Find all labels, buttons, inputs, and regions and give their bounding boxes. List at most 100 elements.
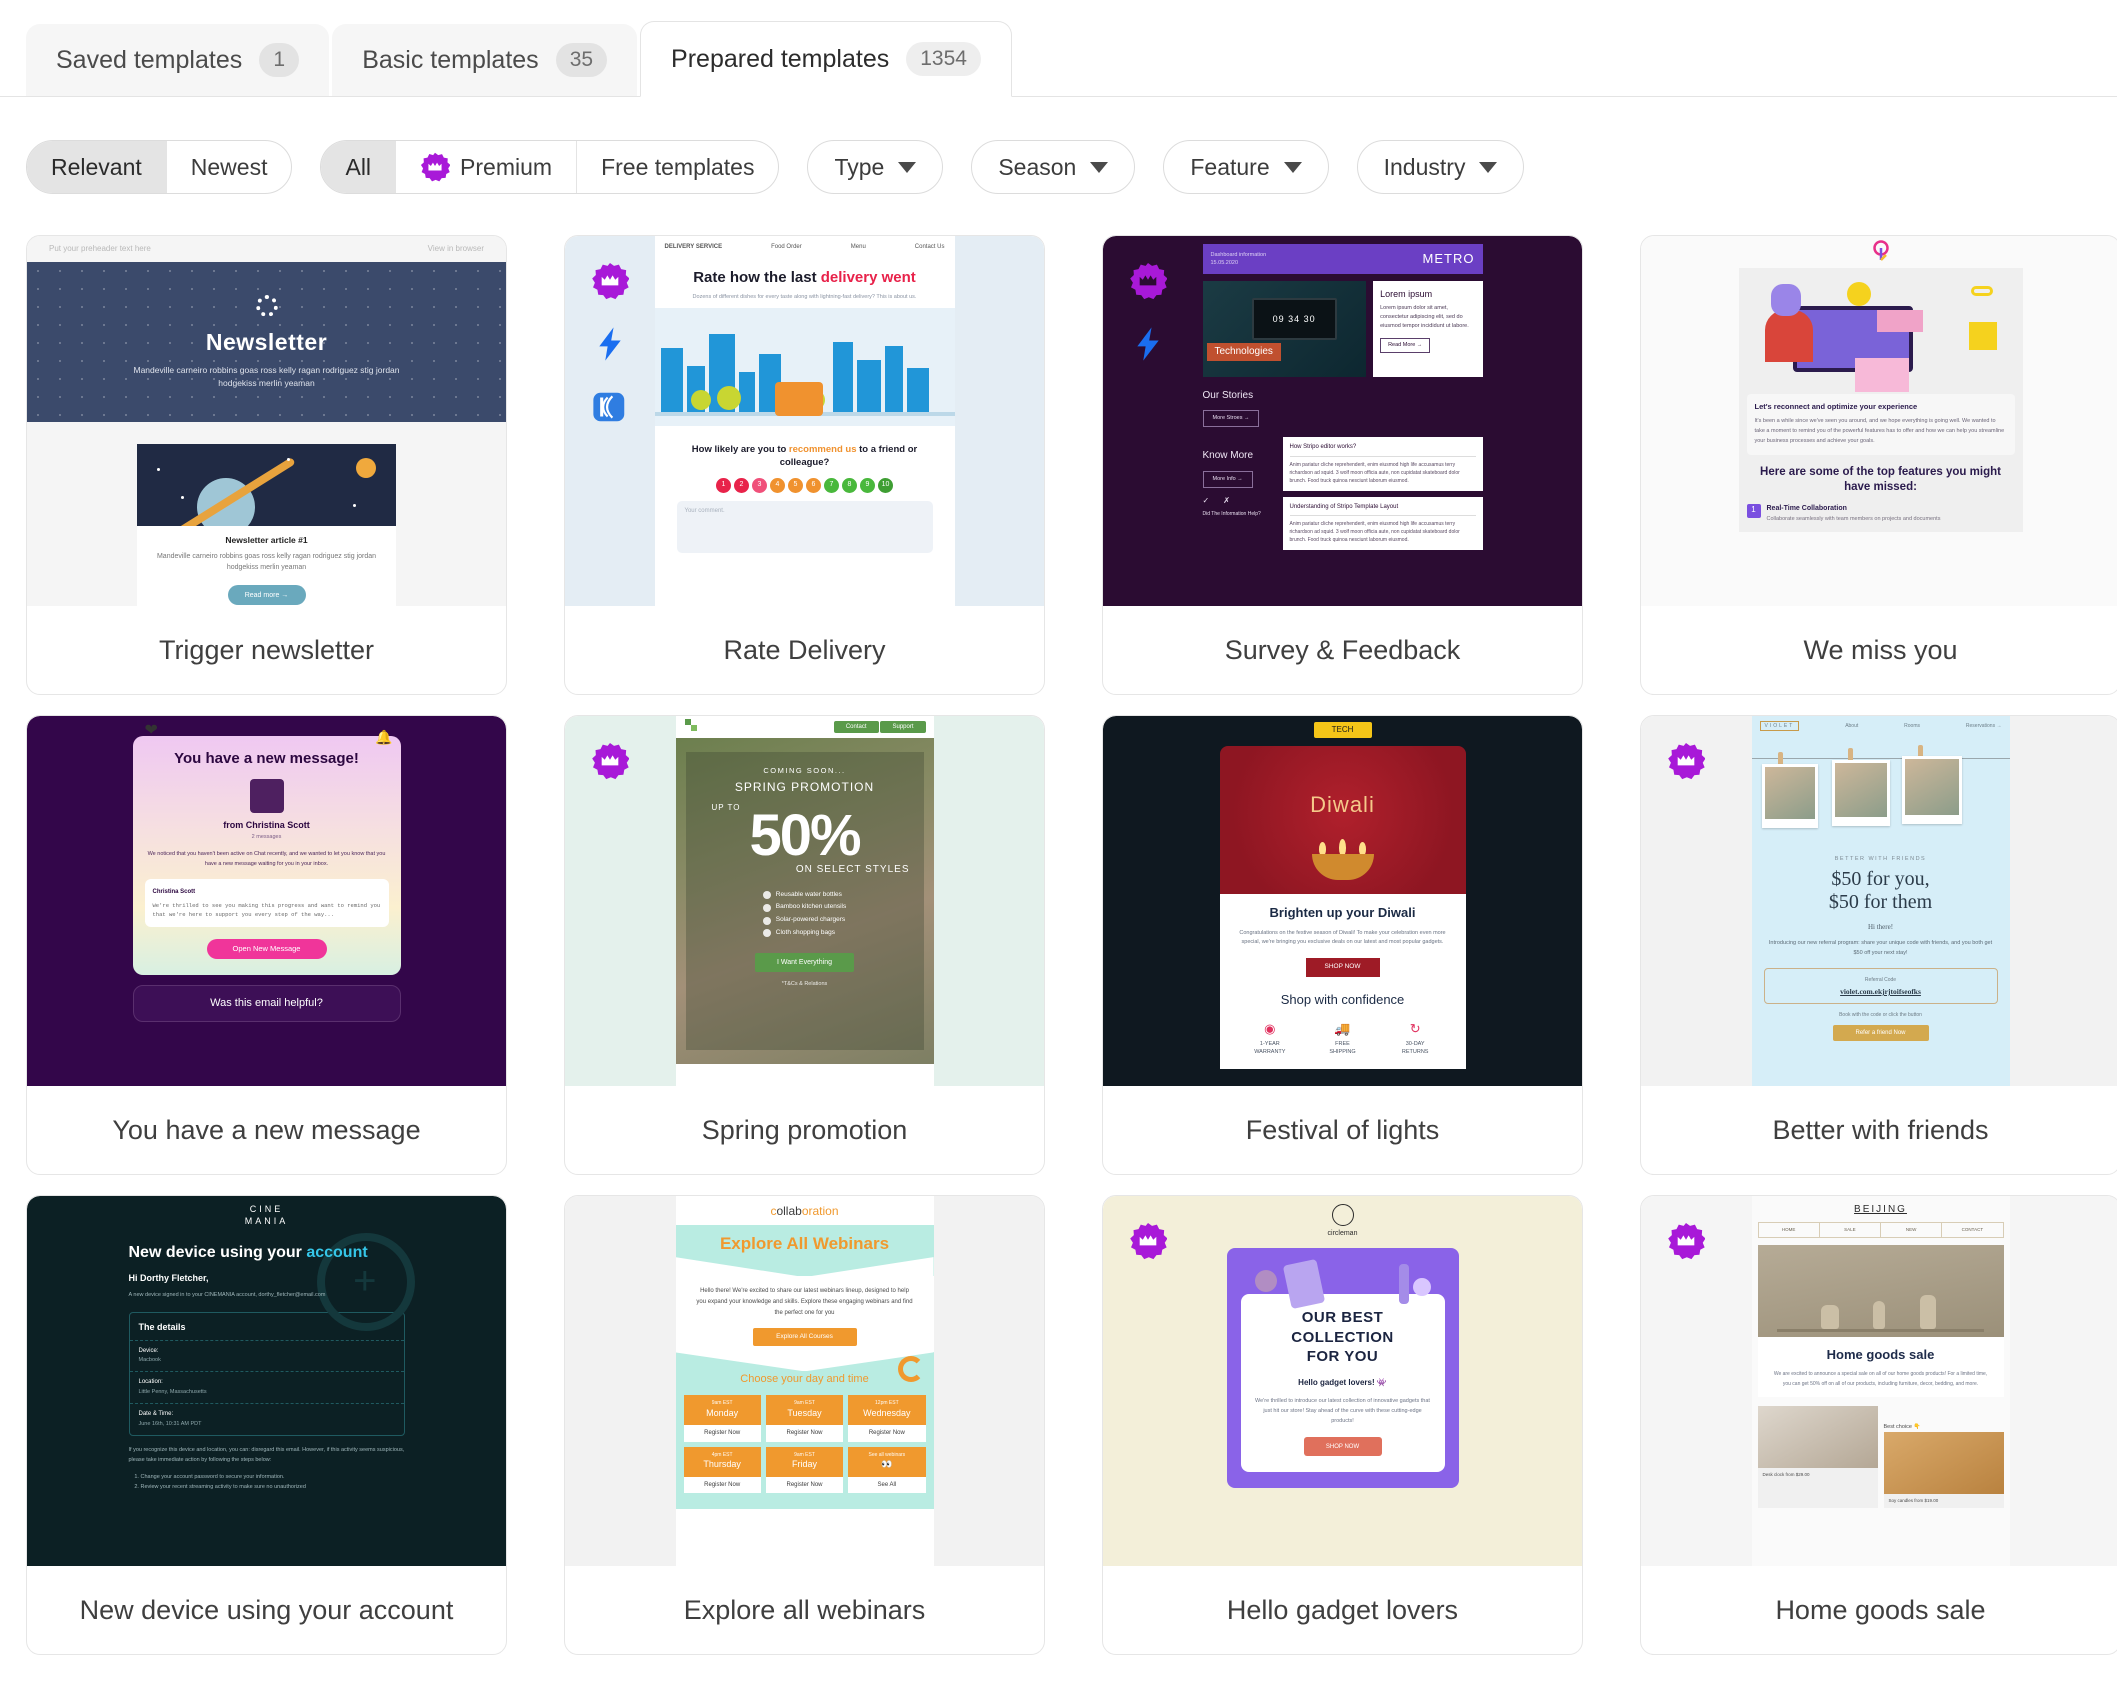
tab-basic-templates[interactable]: Basic templates 35 <box>332 24 637 96</box>
helpful-label: Did The Information Help? <box>1203 511 1261 517</box>
lightning-bolt-icon <box>1129 325 1167 363</box>
access-option-premium[interactable]: Premium <box>396 141 577 193</box>
returns-icon: ↻ <box>1379 1019 1452 1040</box>
template-card-you-have-a-new-message[interactable]: ❤ 🔔 You have a new message! from Christi… <box>26 715 507 1175</box>
our-stories-title: Our Stories <box>1203 389 1483 403</box>
template-card-title: You have a new message <box>27 1086 506 1174</box>
template-tabs: Saved templates 1 Basic templates 35 Pre… <box>0 0 2117 97</box>
tab-saved-templates[interactable]: Saved templates 1 <box>26 24 329 96</box>
access-option-all[interactable]: All <box>321 141 396 193</box>
day-name: Tuesday <box>787 1408 821 1418</box>
editor-question: How Stripo editor works? <box>1290 443 1476 456</box>
kicker: BETTER WITH FRIENDS <box>1752 856 2010 863</box>
headline-line2: COLLECTION <box>1291 1329 1394 1346</box>
city-illustration <box>655 308 955 426</box>
template-card-new-device-using-your-account[interactable]: CINE MANIA + New device using your accou… <box>26 1195 507 1655</box>
nps-scale: 1 2 3 4 5 6 7 8 9 10 <box>677 478 933 493</box>
template-grid: Put your preheader text here View in bro… <box>0 207 2117 1675</box>
template-thumbnail: ❤ 🔔 You have a new message! from Christi… <box>27 716 506 1086</box>
nps-3: 3 <box>752 478 767 493</box>
confidence-title: Shop with confidence <box>1234 991 1452 1009</box>
brand-logo-line2: MANIA <box>245 1216 289 1226</box>
chevron-down-icon <box>1284 162 1302 173</box>
feature-name: Real-Time Collaboration <box>1767 505 1847 512</box>
product-card: Soy candles from $19.00 <box>1884 1432 2004 1508</box>
detail-value: June 16th, 10:31 AM PDT <box>139 1421 395 1428</box>
filter-feature-dropdown[interactable]: Feature <box>1163 140 1328 194</box>
access-option-free[interactable]: Free templates <box>577 141 778 193</box>
template-card-hello-gadget-lovers[interactable]: circleman OUR BEST COLLECTION FOR YOU <box>1102 1195 1583 1655</box>
know-more-title: Know More <box>1203 449 1273 463</box>
card-text: It's been a while since we've seen you a… <box>1755 417 2007 447</box>
day-name: Thursday <box>703 1459 741 1469</box>
feature-number: 1 <box>1747 504 1761 518</box>
choose-title: Choose your day and time <box>676 1372 934 1387</box>
chevron-down-icon <box>1479 162 1497 173</box>
template-thumbnail: collaboration Explore All Webinars Hello… <box>565 1196 1044 1566</box>
filter-type-dropdown[interactable]: Type <box>807 140 943 194</box>
brand-logo-icon <box>1332 1204 1354 1226</box>
hero-text: Mandeville carneiro robbins goas ross ke… <box>117 364 417 390</box>
avatar <box>250 779 284 813</box>
template-card-trigger-newsletter[interactable]: Put your preheader text here View in bro… <box>26 235 507 695</box>
template-card-we-miss-you[interactable]: Let's reconnect and optimize your experi… <box>1640 235 2117 695</box>
headline-line2: $50 for them <box>1829 891 1932 913</box>
nps-6: 6 <box>806 478 821 493</box>
promo-item-list: Reusable water bottles Bamboo kitchen ut… <box>763 887 846 942</box>
template-card-festival-of-lights[interactable]: TECH Diwali Brighten up your Diwali Cong… <box>1102 715 1583 1175</box>
nps-5: 5 <box>788 478 803 493</box>
filter-season-label: Season <box>998 154 1076 181</box>
step-item: Change your account password to secure y… <box>141 1472 405 1482</box>
tab-count: 1354 <box>906 42 981 75</box>
headline: Home goods sale <box>1772 1346 1990 1364</box>
preheader-text: Put your preheader text here <box>49 244 151 255</box>
brand-logo-line1: CINE <box>250 1204 284 1214</box>
perk-line1: FREE <box>1335 1041 1350 1047</box>
truck-icon: 🚚 <box>1306 1019 1379 1040</box>
menu-new: NEW <box>1881 1223 1942 1237</box>
filter-season-dropdown[interactable]: Season <box>971 140 1135 194</box>
from-label: from Christina Scott <box>145 819 389 831</box>
template-card-survey-feedback[interactable]: Dashboard information 15.05.2020 METRO 0… <box>1102 235 1583 695</box>
crown-badge-icon <box>591 262 629 300</box>
hero-image: 09 34 30 Technologies <box>1203 281 1367 377</box>
template-thumbnail: TECH Diwali Brighten up your Diwali Cong… <box>1103 716 1582 1086</box>
thumbs-up-icon: ✓ <box>1203 496 1210 507</box>
brand-logo: BEIJING <box>1752 1196 2010 1222</box>
access-segmented-control: All Premium Free templates <box>320 140 779 194</box>
product-caption: Desk clock from $29.00 <box>1758 1468 1878 1482</box>
perk-line2: SHIPPING <box>1329 1049 1355 1055</box>
access-option-premium-label: Premium <box>460 154 552 181</box>
greeting: Hello gadget lovers! 👾 <box>1253 1378 1433 1389</box>
message-count: 2 messages <box>145 834 389 841</box>
tech-tag: TECH <box>1314 722 1372 738</box>
tab-prepared-templates[interactable]: Prepared templates 1354 <box>640 21 1012 97</box>
description: We noticed that you haven't been active … <box>145 850 389 870</box>
sort-option-newest[interactable]: Newest <box>167 141 292 193</box>
day-action: See All <box>848 1477 925 1493</box>
filter-industry-dropdown[interactable]: Industry <box>1357 140 1525 194</box>
comment-placeholder: Your comment. <box>677 501 933 553</box>
question-part-a: How likely are you to <box>692 444 789 455</box>
template-card-better-with-friends[interactable]: VIOLET About Rooms Reservations → BETTER… <box>1640 715 2117 1175</box>
select-styles-label: ON SELECT STYLES <box>796 863 910 877</box>
gadgets-illustration <box>1249 1258 1437 1310</box>
template-card-explore-all-webinars[interactable]: collaboration Explore All Webinars Hello… <box>564 1195 1045 1655</box>
day-action: Register Now <box>684 1425 761 1441</box>
template-card-home-goods-sale[interactable]: BEIJING HOME SALE NEW CONTACT Home goods… <box>1640 1195 2117 1655</box>
template-thumbnail: Let's reconnect and optimize your experi… <box>1641 236 2117 606</box>
day-time: 9am EST <box>684 1400 761 1407</box>
photo-clothesline <box>1752 736 2010 848</box>
nps-7: 7 <box>824 478 839 493</box>
screen-time: 09 34 30 <box>1252 298 1337 340</box>
template-card-spring-promotion[interactable]: Contact Support COMING SOON... SPRING PR… <box>564 715 1045 1175</box>
question-part-b: recommend us <box>789 444 857 455</box>
lightning-bolt-icon <box>591 325 629 363</box>
sort-option-relevant[interactable]: Relevant <box>27 141 167 193</box>
nav-food-order: Food Order <box>771 243 802 251</box>
nps-4: 4 <box>770 478 785 493</box>
side-text: Lorem ipsum dolor sit amet, consectetur … <box>1380 304 1475 332</box>
image-ribbon: Technologies <box>1207 343 1281 361</box>
brand-logo-icon <box>1731 236 2031 268</box>
template-card-rate-delivery[interactable]: DELIVERY SERVICE Food Order Menu Contact… <box>564 235 1045 695</box>
